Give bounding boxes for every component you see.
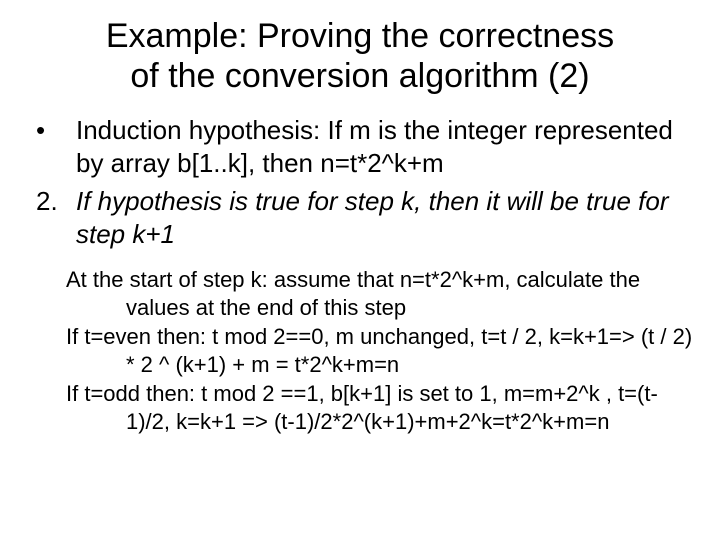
- proof-block: At the start of step k: assume that n=t*…: [66, 266, 696, 435]
- title-line-2: of the conversion algorithm (2): [130, 57, 589, 95]
- slide-body: • Induction hypothesis: If m is the inte…: [36, 114, 696, 435]
- bullet-text: Induction hypothesis: If m is the intege…: [76, 114, 696, 179]
- slide: Example: Proving the correctness of the …: [0, 0, 720, 540]
- title-line-1: Example: Proving the correctness: [106, 17, 614, 55]
- bullet-row: 2. If hypothesis is true for step k, the…: [36, 185, 696, 250]
- proof-line: If t=even then: t mod 2==0, m unchanged,…: [66, 323, 696, 378]
- bullet-marker: 2.: [36, 185, 76, 218]
- proof-line: At the start of step k: assume that n=t*…: [66, 266, 696, 321]
- bullet-marker: •: [36, 114, 76, 147]
- slide-title: Example: Proving the correctness of the …: [44, 16, 676, 96]
- bullet-text: If hypothesis is true for step k, then i…: [76, 185, 696, 250]
- proof-line: If t=odd then: t mod 2 ==1, b[k+1] is se…: [66, 380, 696, 435]
- bullet-row: • Induction hypothesis: If m is the inte…: [36, 114, 696, 179]
